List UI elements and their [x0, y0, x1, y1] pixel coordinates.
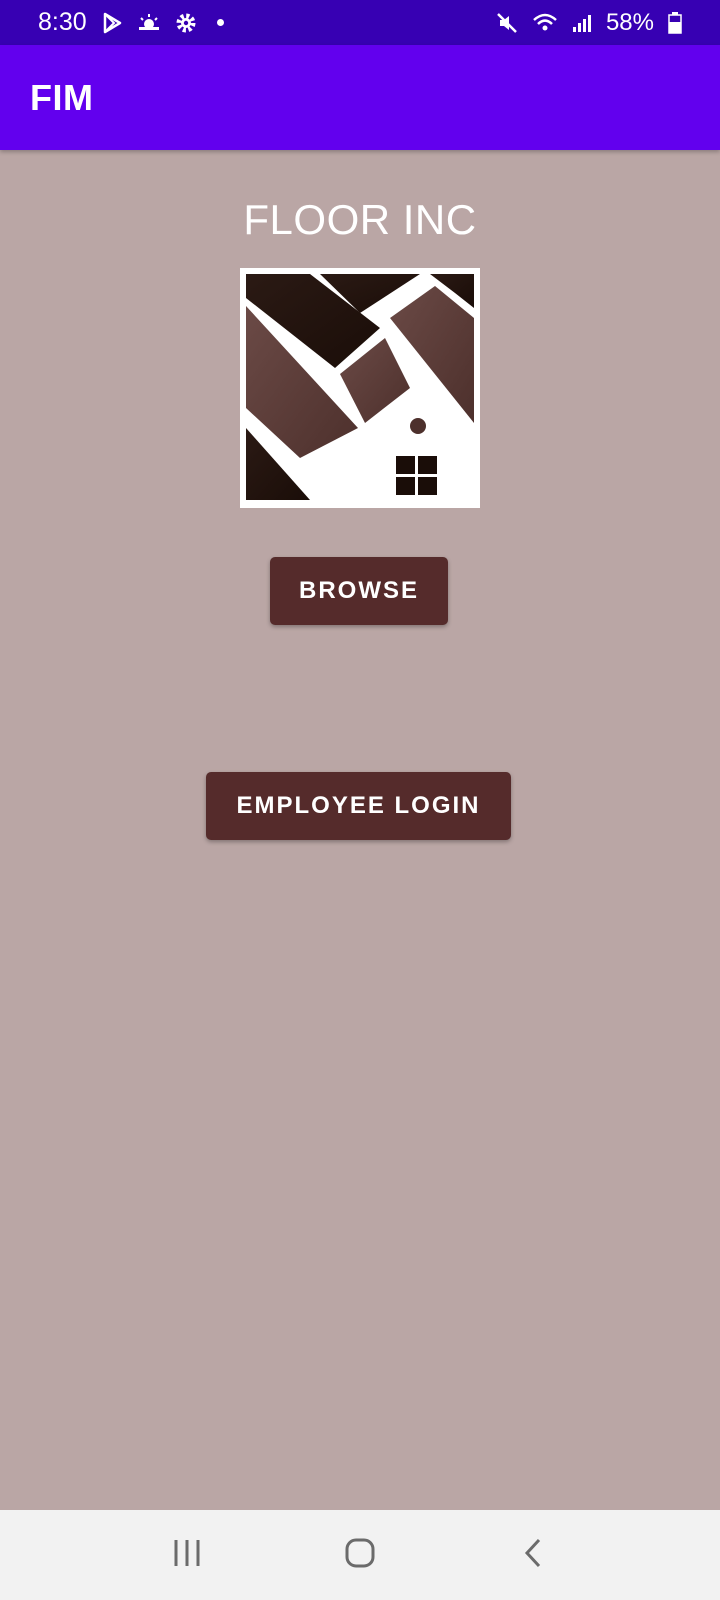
- recent-apps-button[interactable]: [147, 1525, 227, 1585]
- notification-dot-icon: [216, 19, 224, 26]
- navigation-bar: [0, 1510, 720, 1600]
- browse-button[interactable]: BROWSE: [270, 557, 448, 625]
- floor-inc-logo: [240, 268, 480, 508]
- app-bar: FIM: [0, 45, 720, 150]
- company-name-heading: FLOOR INC: [243, 196, 477, 243]
- back-button[interactable]: [493, 1525, 573, 1585]
- status-left: 8:30: [38, 8, 224, 37]
- main-content: FLOOR INC BROWSE EMPLOYEE LOGIN: [0, 150, 720, 1510]
- status-right: 58%: [496, 9, 682, 37]
- employee-login-button[interactable]: EMPLOYEE LOGIN: [206, 772, 511, 840]
- settings-gear-icon: [175, 12, 197, 34]
- signal-icon: [572, 13, 592, 33]
- home-button[interactable]: [320, 1525, 400, 1585]
- back-icon: [521, 1537, 545, 1574]
- app-title: FIM: [30, 76, 94, 118]
- home-icon: [344, 1537, 376, 1574]
- battery-percentage: 58%: [605, 8, 654, 36]
- battery-icon: [668, 11, 682, 34]
- weather-icon: [137, 12, 161, 34]
- mute-icon: [496, 12, 518, 34]
- wifi-icon: [532, 12, 558, 34]
- play-store-icon: [101, 12, 123, 34]
- status-time: 8:30: [38, 8, 87, 36]
- recent-apps-icon: [172, 1538, 202, 1573]
- status-bar: 8:30 58%: [0, 0, 720, 45]
